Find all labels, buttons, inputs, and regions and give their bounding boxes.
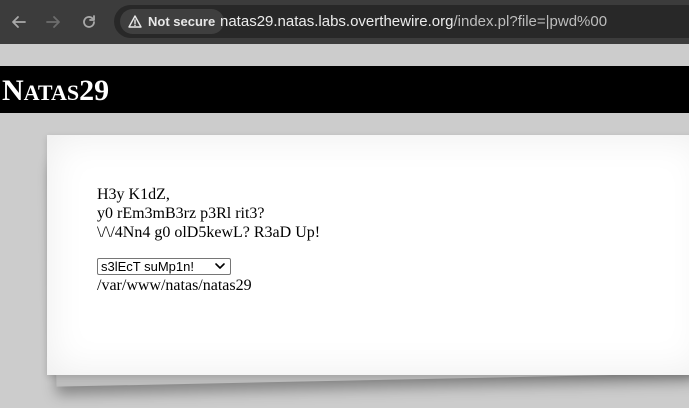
page-top-gap — [0, 44, 689, 66]
command-output: /var/www/natas/natas29 — [97, 277, 252, 294]
page-header: NATAS29 — [0, 66, 689, 113]
page-title: NATAS29 — [2, 74, 109, 110]
file-select-value: s3lEcT suMp1n! — [101, 259, 194, 274]
arrow-left-icon — [12, 16, 26, 28]
security-label: Not secure — [148, 14, 216, 29]
url-text[interactable]: natas29.natas.labs.overthewire.org/index… — [220, 13, 607, 30]
reload-icon — [83, 15, 95, 28]
greeting-line: H3y K1dZ, — [97, 186, 170, 203]
warning-icon — [128, 15, 142, 28]
back-button[interactable] — [6, 9, 32, 35]
content-text: H3y K1dZ, y0 rEm3mB3rz p3Rl rit3? \/\/4N… — [97, 185, 320, 242]
chevron-down-icon — [215, 263, 225, 269]
text-line-3: \/\/4Nn4 g0 olD5kewL? R3aD Up! — [97, 224, 321, 241]
forward-button[interactable] — [40, 9, 66, 35]
arrow-right-icon — [46, 16, 60, 28]
title-rest: ATAS — [23, 80, 80, 105]
url-host: natas29.natas.labs.overthewire.org — [220, 13, 454, 30]
title-number: 29 — [79, 74, 110, 107]
address-bar[interactable]: Not secure natas29.natas.labs.overthewir… — [114, 5, 689, 38]
url-path: /index.pl?file=|pwd%00 — [453, 13, 608, 30]
file-select[interactable]: s3lEcT suMp1n! — [97, 258, 231, 275]
title-initial: N — [2, 74, 24, 107]
reload-button[interactable] — [76, 9, 102, 35]
text-line-2: y0 rEm3mB3rz p3Rl rit3? — [97, 205, 265, 222]
file-select-wrapper: s3lEcT suMp1n! — [97, 258, 231, 275]
browser-toolbar: Not secure natas29.natas.labs.overthewir… — [0, 0, 689, 44]
security-chip[interactable]: Not secure — [120, 9, 225, 34]
content-card — [47, 135, 689, 375]
